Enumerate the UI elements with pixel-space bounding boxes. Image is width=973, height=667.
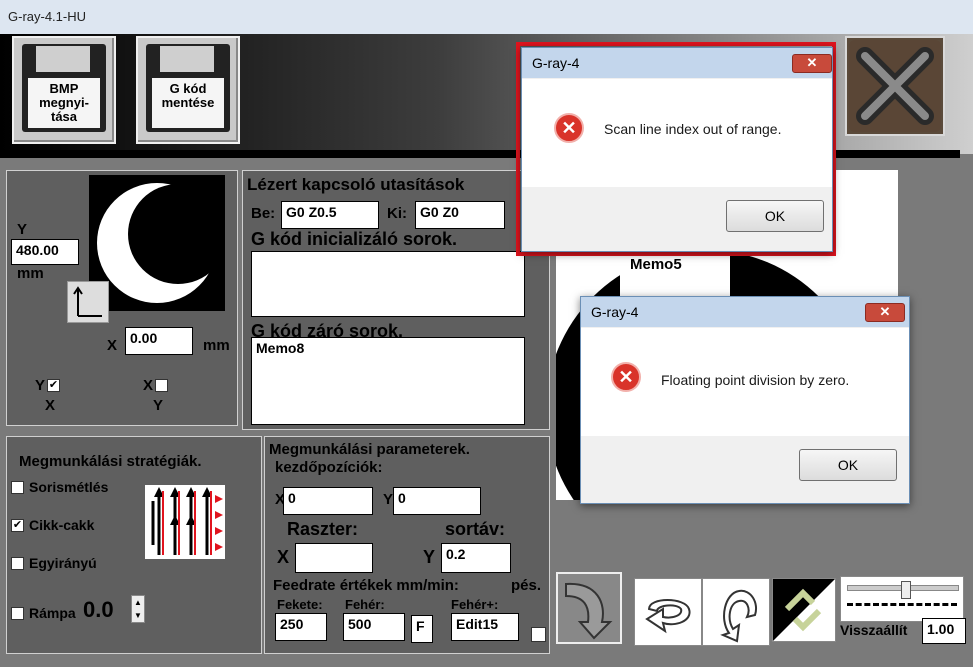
raster-y-label: Y <box>423 547 436 567</box>
dialog-1-close-button[interactable]: ✕ <box>792 54 832 73</box>
feed-title: Feedrate értékek mm/min: <box>273 577 459 594</box>
image-x-unit: mm <box>203 337 230 354</box>
slider-thumb[interactable] <box>901 581 911 599</box>
invert-icon <box>773 579 835 641</box>
laser-title: Lézert kapcsoló utasítások <box>247 175 465 194</box>
oneway-label: Egyirányú <box>29 555 97 571</box>
image-panel: Y 480.00 mm X 0.00 mm Y ✔ X X Y <box>6 170 238 426</box>
image-y-unit: mm <box>17 265 44 282</box>
error-icon: ✕ <box>554 113 584 143</box>
zigzag-label: Cikk-cakk <box>29 517 95 533</box>
ramp-value: 0.0 <box>83 597 114 622</box>
init-title: G kód inicializáló sorok. <box>251 229 458 249</box>
mirror-y-sub: X <box>45 397 56 414</box>
oneway-checkbox[interactable] <box>11 557 24 570</box>
start-y-input[interactable]: 0 <box>393 487 481 515</box>
mirror-y-checkbox[interactable]: ✔ <box>47 379 60 392</box>
close-x-icon <box>849 40 941 132</box>
rowstep-input[interactable]: 0.2 <box>441 543 511 573</box>
dialog-2-message: Floating point division by zero. <box>661 372 850 388</box>
laser-on-label: Be: <box>251 205 276 222</box>
window-title: G-ray-4.1-HU <box>8 9 87 24</box>
mirror-x-sub: Y <box>153 397 164 414</box>
raster-label: Raszter: <box>287 519 359 539</box>
dialog-2-body: ✕ Floating point division by zero. <box>581 328 909 436</box>
dialog-2-ok-button[interactable]: OK <box>799 449 897 481</box>
raster-x-input[interactable] <box>295 543 373 573</box>
rotate-right-button[interactable] <box>702 578 770 646</box>
save-gcode-button[interactable]: G kód mentése <box>136 36 240 144</box>
image-y-label: Y <box>17 221 28 238</box>
feed-white-label: Fehér: <box>345 597 385 612</box>
laser-panel: Lézert kapcsoló utasítások Be: G0 Z0.5 K… <box>242 170 550 430</box>
generate-button[interactable] <box>556 572 622 644</box>
save-gcode-label: G kód mentése <box>152 78 224 128</box>
floppy-shutter <box>36 46 90 72</box>
reset-button[interactable]: Visszaállít <box>840 622 907 638</box>
open-bmp-label: BMP megnyi-tása <box>28 78 100 128</box>
start-y-label: Y <box>383 491 394 508</box>
error-dialog-1: G-ray-4 ✕ ✕ Scan line index out of range… <box>521 47 833 252</box>
exit-button[interactable] <box>845 36 945 136</box>
feed-whiteplus-checkbox[interactable] <box>531 627 546 642</box>
feed-white-input[interactable]: 500 <box>343 613 405 641</box>
end-memo[interactable]: Memo8 <box>251 337 525 425</box>
ramp-checkbox[interactable] <box>11 607 24 620</box>
error-dialog-2: G-ray-4 ✕ ✕ Floating point division by z… <box>580 296 910 504</box>
curved-arrow-down-icon <box>565 582 613 640</box>
dialog-1-ok-button[interactable]: OK <box>726 200 824 232</box>
rotate-left-button[interactable] <box>634 578 702 646</box>
error-icon: ✕ <box>611 362 641 392</box>
rowstep-label: sortáv: <box>445 519 506 539</box>
dialog-2-title: G-ray-4 <box>581 297 909 327</box>
params-title: Megmunkálási parameterek. <box>269 441 470 458</box>
dialog-1-message: Scan line index out of range. <box>604 121 782 137</box>
dialog-1-title: G-ray-4 <box>522 48 832 78</box>
mirror-x-checkbox[interactable] <box>155 379 168 392</box>
dialog-1-body: ✕ Scan line index out of range. <box>522 79 832 187</box>
feed-title-cont: pés. <box>511 577 542 594</box>
feed-black-label: Fekete: <box>277 597 323 612</box>
zoom-value[interactable]: 1.00 <box>922 618 966 644</box>
mirror-x-label: X <box>143 377 154 394</box>
ramp-label: Rámpa <box>29 605 76 621</box>
image-height-input[interactable]: 480.00 <box>11 239 79 265</box>
start-title: kezdőpozíciók: <box>275 459 383 476</box>
init-memo[interactable] <box>251 251 525 317</box>
repeat-checkbox[interactable] <box>11 481 24 494</box>
zoom-slider[interactable] <box>840 576 964 622</box>
open-bmp-button[interactable]: BMP megnyi-tása <box>12 36 116 144</box>
feed-whiteplus-label: Fehér+: <box>451 597 499 612</box>
axis-arrow-icon <box>73 286 102 317</box>
feed-whiteplus-input[interactable]: Edit15 <box>451 613 519 641</box>
raster-x-label: X <box>277 547 290 567</box>
laser-on-input[interactable]: G0 Z0.5 <box>281 201 379 229</box>
image-width-input[interactable]: 0.00 <box>125 327 193 355</box>
aspect-lock-button[interactable] <box>67 281 109 323</box>
zigzag-pattern-icon <box>145 485 225 559</box>
mirror-y-label: Y <box>35 377 46 394</box>
ramp-spinner[interactable]: ▲ ▼ <box>131 595 145 623</box>
dialog-2-close-button[interactable]: ✕ <box>865 303 905 322</box>
bitmap-preview <box>86 172 228 314</box>
repeat-label: Sorismétlés <box>29 479 109 495</box>
feed-black-input[interactable]: 250 <box>275 613 327 641</box>
moon-image <box>86 172 228 314</box>
rotate-left-icon <box>645 599 691 634</box>
rotate-right-icon <box>720 589 757 643</box>
window-titlebar: G-ray-4.1-HU <box>0 0 973 35</box>
strategy-panel: Megmunkálási stratégiák. Sorismétlés ✔ C… <box>6 436 262 654</box>
laser-off-input[interactable]: G0 Z0 <box>415 201 505 229</box>
start-x-input[interactable]: 0 <box>283 487 373 515</box>
zigzag-checkbox[interactable]: ✔ <box>11 519 24 532</box>
image-x-label: X <box>107 337 118 354</box>
slider-ticks <box>847 603 957 610</box>
invert-button[interactable] <box>772 578 836 642</box>
floppy-shutter <box>160 46 214 72</box>
preview-memo: Memo5 <box>630 256 682 273</box>
strategy-title: Megmunkálási stratégiák. <box>19 453 202 470</box>
feed-f-box[interactable]: F <box>411 615 433 643</box>
laser-off-label: Ki: <box>387 205 407 222</box>
params-panel: Megmunkálási parameterek. kezdőpozíciók:… <box>264 436 550 654</box>
